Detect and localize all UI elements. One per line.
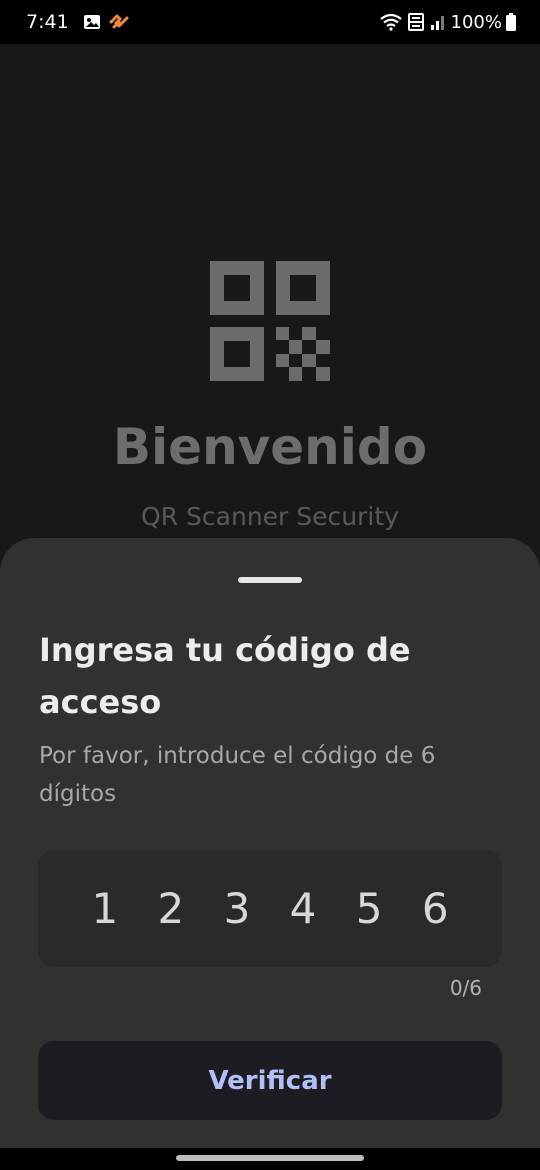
signal-icon bbox=[429, 13, 447, 31]
welcome-title: Bienvenido bbox=[112, 418, 428, 476]
welcome-subtitle: QR Scanner Security bbox=[141, 502, 399, 531]
verify-button[interactable]: Verificar bbox=[38, 1041, 502, 1120]
drag-handle[interactable] bbox=[238, 577, 302, 583]
qr-code-icon bbox=[208, 259, 332, 383]
home-gesture-handle[interactable] bbox=[176, 1155, 364, 1161]
status-bar: 7:41 100% bbox=[0, 0, 540, 44]
gallery-icon bbox=[83, 14, 101, 30]
app-screen: 7:41 100% Bienvenido QR Scanner Security… bbox=[0, 0, 540, 1170]
character-counter: 0/6 bbox=[449, 976, 482, 1000]
wifi-icon bbox=[379, 13, 403, 31]
battery-percentage: 100% bbox=[450, 11, 502, 33]
battery-icon bbox=[506, 13, 516, 31]
sheet-description: Por favor, introduce el código de 6 dígi… bbox=[39, 743, 436, 807]
access-code-bottom-sheet: Ingresa tu código de acceso Por favor, i… bbox=[0, 538, 540, 1148]
status-time: 7:41 bbox=[26, 11, 69, 33]
sheet-title: Ingresa tu código de acceso bbox=[39, 631, 411, 721]
navigation-bar bbox=[0, 1148, 540, 1170]
volte-4g-icon bbox=[407, 12, 425, 32]
access-code-input[interactable] bbox=[38, 850, 502, 967]
status-bar-right: 100% bbox=[379, 12, 516, 33]
status-bar-left: 7:41 bbox=[26, 11, 129, 33]
app-notification-icon bbox=[109, 13, 129, 31]
